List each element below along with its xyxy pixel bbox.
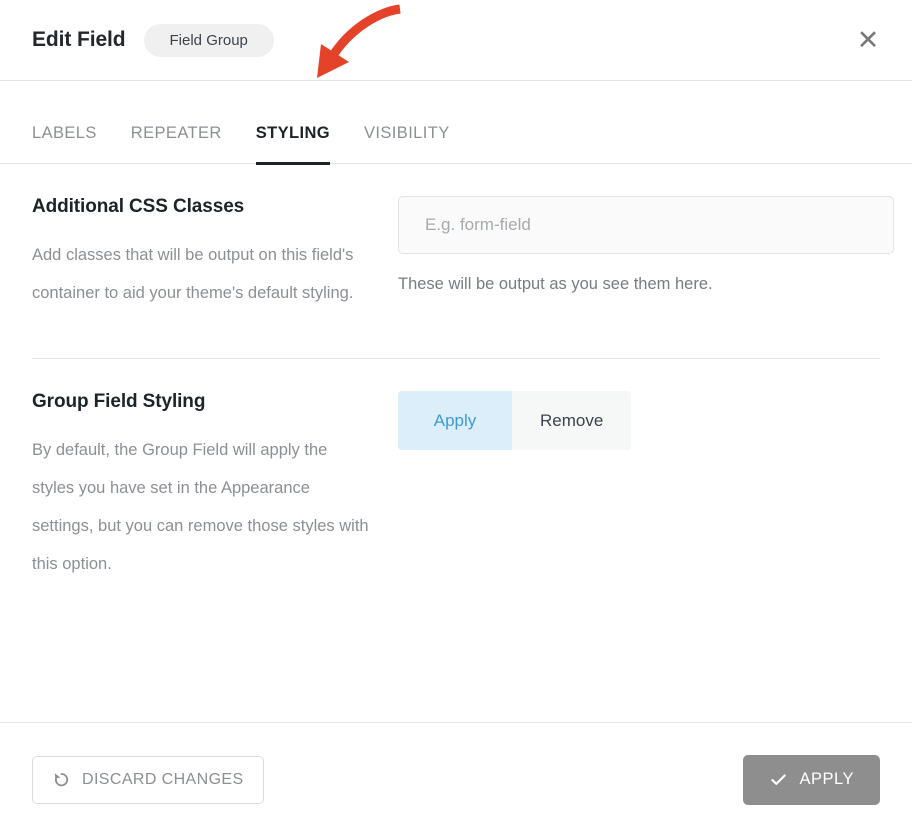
styling-option-apply[interactable]: Apply — [398, 391, 512, 450]
close-icon[interactable]: ✕ — [848, 20, 888, 60]
section-label-column: Additional CSS Classes Add classes that … — [32, 196, 398, 312]
tab-visibility[interactable]: VISIBILITY — [364, 124, 450, 163]
discard-changes-button[interactable]: DISCARD CHANGES — [32, 756, 264, 804]
styling-option-remove[interactable]: Remove — [512, 391, 631, 450]
modal-footer: DISCARD CHANGES APPLY — [0, 722, 912, 836]
css-classes-input[interactable] — [398, 196, 894, 254]
tab-styling[interactable]: STYLING — [256, 124, 330, 163]
section-label-column: Group Field Styling By default, the Grou… — [32, 391, 398, 583]
discard-changes-label: DISCARD CHANGES — [82, 771, 244, 789]
section-group-field-styling: Group Field Styling By default, the Grou… — [32, 359, 880, 583]
modal-body: Additional CSS Classes Add classes that … — [0, 164, 912, 583]
modal-header: Edit Field Field Group ✕ — [0, 0, 912, 81]
field-type-badge: Field Group — [144, 24, 274, 57]
section-title: Additional CSS Classes — [32, 196, 370, 218]
group-field-styling-toggle: Apply Remove — [398, 391, 631, 450]
check-icon — [769, 770, 788, 789]
section-description: Add classes that will be output on this … — [32, 236, 370, 312]
section-control-column: Apply Remove — [398, 391, 880, 450]
tab-bar: LABELS REPEATER STYLING VISIBILITY — [0, 81, 912, 164]
section-control-column: These will be output as you see them her… — [398, 196, 894, 294]
apply-button-label: APPLY — [800, 770, 854, 789]
section-additional-css-classes: Additional CSS Classes Add classes that … — [32, 164, 880, 312]
tab-labels[interactable]: LABELS — [32, 124, 97, 163]
edit-field-modal: Edit Field Field Group ✕ LABELS REPEATER… — [0, 0, 912, 836]
apply-button[interactable]: APPLY — [743, 755, 880, 805]
css-classes-help-text: These will be output as you see them her… — [398, 275, 894, 294]
section-title: Group Field Styling — [32, 391, 370, 413]
page-title: Edit Field — [32, 28, 126, 52]
tab-repeater[interactable]: REPEATER — [131, 124, 222, 163]
undo-icon — [52, 770, 71, 789]
section-description: By default, the Group Field will apply t… — [32, 431, 370, 583]
